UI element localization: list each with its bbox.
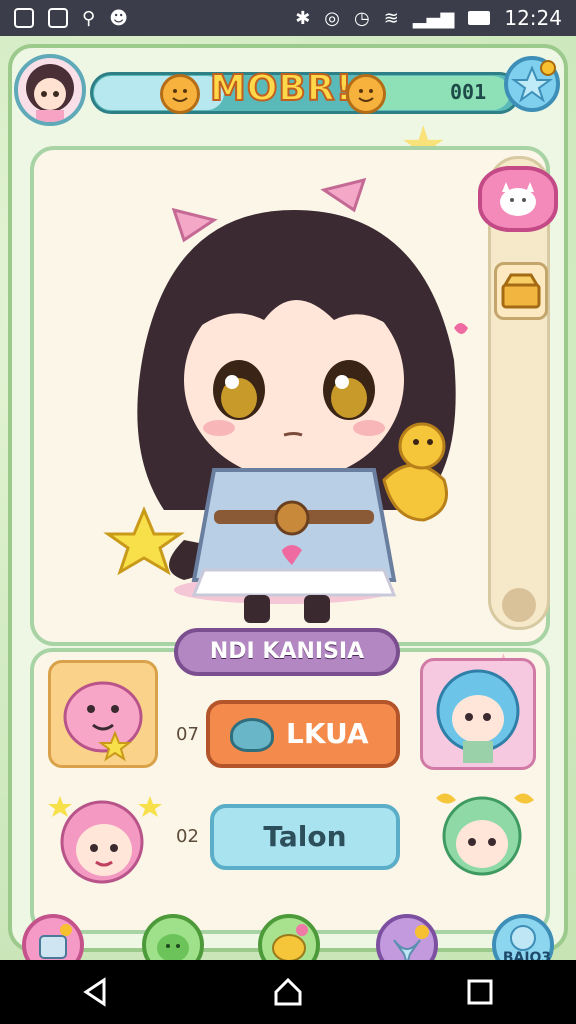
smiley-coin-icon [160, 74, 200, 114]
status-time: 12:24 [504, 6, 562, 30]
bear-icon [510, 925, 536, 951]
chibi-character[interactable] [34, 150, 546, 642]
star-icon [510, 60, 556, 103]
nav-item-slime[interactable] [142, 914, 204, 960]
header-bar-left [94, 76, 224, 110]
photo-icon [48, 8, 68, 28]
pink-hair-girl-icon [48, 796, 162, 884]
sync-icon: ◎ [324, 7, 341, 29]
bag-icon [39, 924, 72, 959]
green-hair-girl-icon [436, 793, 534, 876]
battery-icon [468, 11, 491, 25]
home-icon[interactable] [270, 974, 306, 1010]
heart-ribbon-icon [393, 925, 429, 960]
player-avatar[interactable] [14, 54, 86, 126]
secondary-action-button[interactable]: Talon [210, 804, 400, 870]
blue-hair-girl-icon [436, 669, 520, 763]
bot-icon: ☻ [109, 7, 128, 29]
top-bar: MOBR! 001 [10, 50, 566, 134]
pink-creature-card[interactable] [48, 660, 158, 768]
creature-icon [272, 924, 308, 960]
usb-icon: ⚲ [82, 7, 96, 29]
alarm-icon: ◷ [354, 7, 370, 29]
gallery-icon [14, 8, 34, 28]
cat-face-icon [500, 182, 536, 216]
primary-action-button[interactable]: LKUA [206, 700, 400, 768]
green-girl-card[interactable] [426, 778, 544, 894]
inventory-chest-button[interactable] [494, 262, 548, 320]
bluetooth-icon: ✱ [295, 7, 311, 29]
smiley-coin-icon [346, 74, 386, 114]
status-right-icons: ✱ ◎ ◷ ≋ ▂▄▆ 12:24 [295, 6, 562, 30]
game-screen: ★ ★ MOBR! 001 [0, 36, 576, 960]
primary-action-label: LKUA [286, 717, 369, 750]
food-bowl-icon [230, 718, 274, 752]
game-title: MOBR! [209, 67, 354, 110]
status-bar: ⚲ ☻ ✱ ◎ ◷ ≋ ▂▄▆ 12:24 [0, 0, 576, 36]
slime-icon [157, 934, 189, 960]
blue-girl-card[interactable] [420, 658, 536, 770]
signal-icon: ▂▄▆ [412, 7, 455, 29]
star-menu-button[interactable] [504, 56, 560, 112]
back-icon[interactable] [78, 974, 114, 1010]
character-stage [30, 146, 550, 646]
status-left-icons: ⚲ ☻ [14, 8, 128, 29]
treasure-chest-icon [501, 273, 541, 309]
row2-count: 02 [176, 826, 199, 847]
nav-item-bear[interactable]: BAIO3 [492, 914, 554, 960]
recents-icon[interactable] [462, 974, 498, 1010]
nav-item-heart[interactable] [376, 914, 438, 960]
row1-count: 07 [176, 724, 199, 745]
girl-portrait-icon [26, 64, 74, 122]
currency-counter: 001 [450, 80, 487, 104]
nav-bear-label: BAIO3 [502, 950, 552, 960]
wifi-icon: ≋ [383, 7, 399, 29]
nav-item-bag[interactable] [22, 914, 84, 960]
nav-item-creature[interactable] [258, 914, 320, 960]
panel-banner: NDI KANISIA [174, 628, 400, 676]
pink-girl-card[interactable] [46, 786, 166, 904]
system-nav-bar [0, 960, 576, 1024]
scroll-knob[interactable] [502, 588, 536, 622]
pet-shop-button[interactable] [478, 166, 558, 232]
pink-monster-icon [63, 681, 143, 762]
